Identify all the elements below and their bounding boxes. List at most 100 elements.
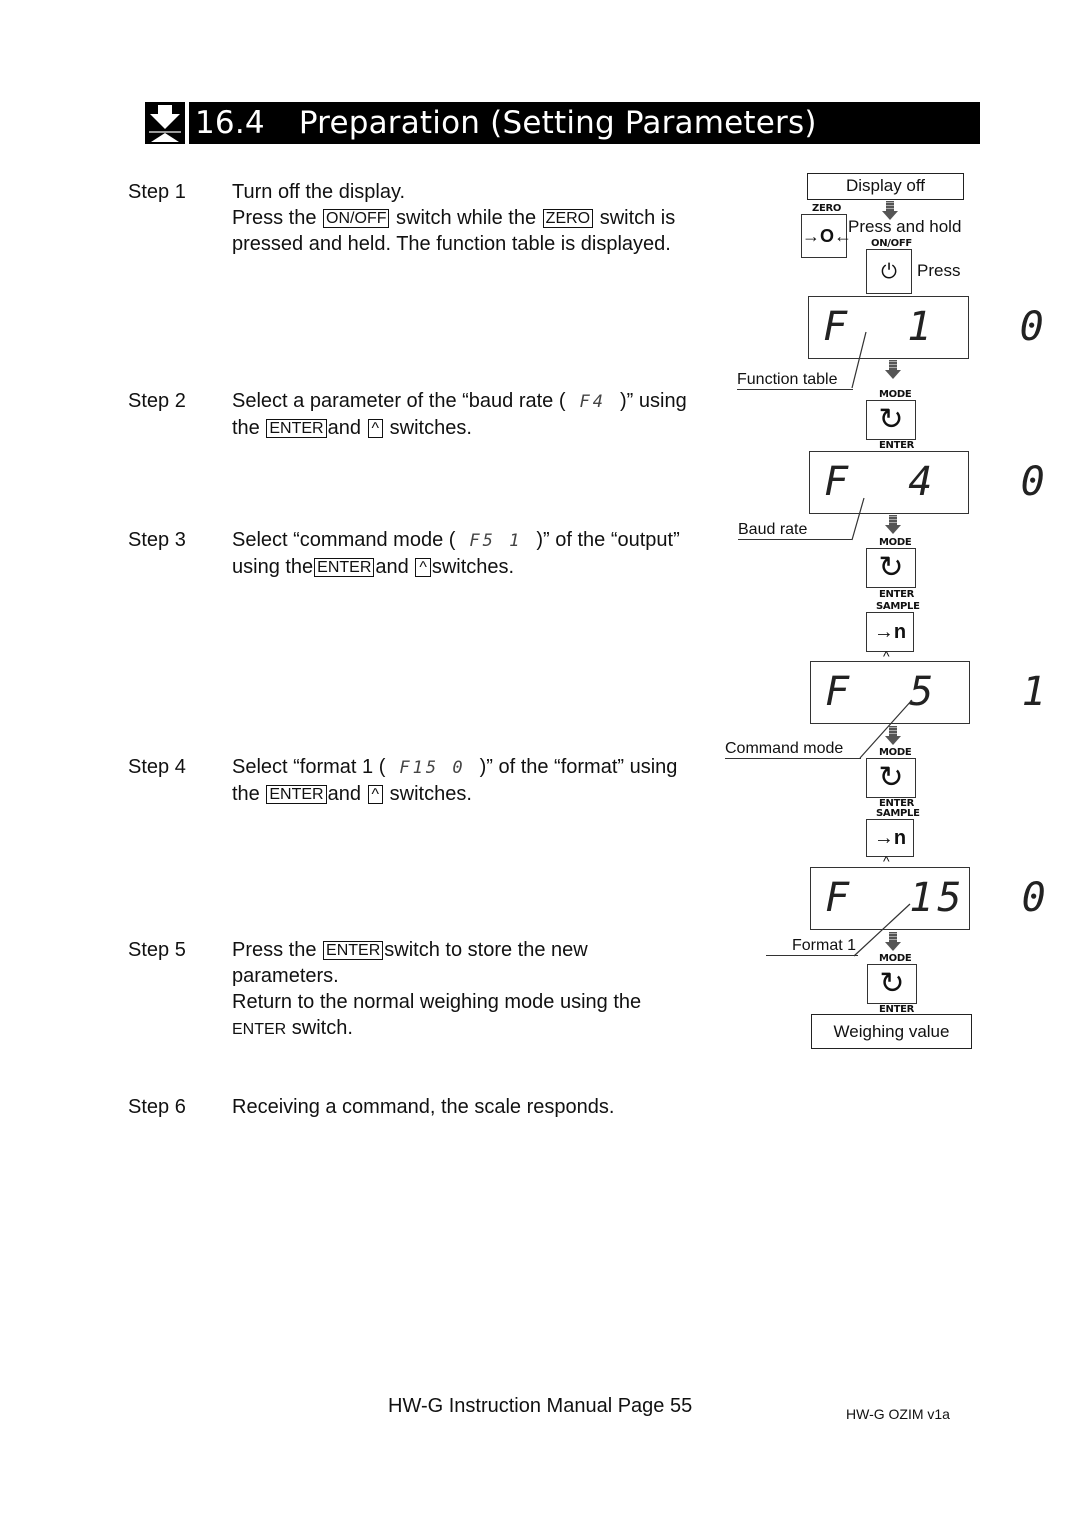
step-4-line-2: the ENTER and ^ switches. [232,781,677,807]
text: )” of the “output” [536,529,680,551]
text: Select “command mode ( [232,529,456,551]
lcd-baud-rate: F 4 0 [809,451,1049,514]
segment-code: F4 [579,392,606,412]
step-4-line-1: Select “format 1 ( F15 0 )” of the “format… [232,754,677,781]
step-4-text: Select “format 1 ( F15 0 )” of the “format… [232,754,677,807]
zero-key: ZERO [542,209,594,228]
section-title-bar: 16.4 Preparation (Setting Parameters) [189,102,980,144]
step-3-line-1: Select “command mode ( F5 1 )” of the “out… [232,527,680,554]
step-1-label: Step 1 [128,181,186,203]
text: switch. [291,1017,353,1039]
zero-key-icon: →O← [801,214,852,258]
step-5-label: Step 5 [128,939,186,961]
text: the [232,783,260,805]
sample-label: SAMPLE [876,808,920,819]
onoff-key: ON/OFF [323,209,390,228]
sample-label: SAMPLE [876,601,920,612]
text: switches. [389,417,472,439]
mode-label: MODE [879,953,912,964]
onoff-key-label: ON/OFF [871,238,912,249]
text: Press the [232,207,317,229]
sample-key-icon: →n [866,612,914,652]
baud-rate-label: Baud rate [738,521,852,540]
pointer-line [853,903,911,957]
text: and [327,417,361,439]
mode-enter-cycle-icon: ↻ [866,758,916,798]
text: switches. [389,783,472,805]
display-off-box: Display off [807,173,964,200]
command-mode-label: Command mode [725,740,861,759]
press-label: Press [917,261,961,280]
text: )” using [620,390,687,412]
text: switches. [431,556,515,578]
power-key-icon: ⏻ [866,249,912,294]
text: switch is [599,207,676,229]
segment-code: F5 1 [469,531,523,551]
down-arrow-icon [885,932,901,951]
step-6-text: Receiving a command, the scale responds. [232,1096,615,1118]
step-6-label: Step 6 [128,1096,186,1118]
text: the [232,417,260,439]
footer-page-label: HW-G Instruction Manual Page 55 [388,1395,693,1417]
function-table-label: Function table [737,371,853,390]
mode-label: MODE [879,389,912,400]
step-2-label: Step 2 [128,390,186,412]
weighing-value-box: Weighing value [811,1014,972,1049]
enter-label: ENTER [879,589,915,600]
enter-key: ENTER [314,558,375,577]
step-3-text: Select “command mode ( F5 1 )” of the “out… [232,527,680,580]
up-key: ^ [367,785,384,804]
text: switch while the [396,207,537,229]
text: and [375,556,409,578]
format-1-label: Format 1 [766,937,858,956]
down-arrow-icon [885,726,901,745]
step-1-line-2: Press the ON/OFF switch while the ZERO s… [232,205,675,231]
enter-label: ENTER [879,440,915,451]
pointer-line [851,497,865,541]
enter-key: ENTER [266,785,327,804]
step-3-line-2: using the ENTER and ^ switches. [232,554,680,580]
sample-key-icon: →n [866,819,914,857]
step-1-text: Turn off the display. Press the ON/OFF s… [232,179,675,257]
text: Press the [232,939,317,961]
text: and [327,783,361,805]
pointer-line [851,331,867,389]
step-1-line-1: Turn off the display. [232,181,406,203]
step-2-line-1: Select a parameter of the “baud rate ( F4… [232,388,687,415]
enter-key: ENTER [266,419,327,438]
step-5-line-1: Press the ENTER switch to store the new [232,937,641,963]
step-3-label: Step 3 [128,529,186,551]
segment-code: F15 0 [399,758,466,778]
step-4-label: Step 4 [128,756,186,778]
text: Select a parameter of the “baud rate ( [232,390,566,412]
section-title: Preparation (Setting Parameters) [298,105,817,141]
mode-enter-cycle-icon: ↻ [867,964,917,1004]
down-arrow-to-line-icon [149,105,181,142]
step-2-text: Select a parameter of the “baud rate ( F4… [232,388,687,441]
step-2-line-2: the ENTER and ^ switches. [232,415,687,441]
lcd-function-table: F 1 0 [808,296,1044,359]
section-icon [145,102,185,144]
step-5-text: Press the ENTER switch to store the new p… [232,937,641,1043]
up-key: ^ [415,558,431,577]
text: using the [232,556,314,578]
enter-key-text: ENTER [232,1021,287,1038]
mode-label: MODE [879,747,912,758]
press-and-hold-label: Press and hold [848,217,962,236]
text: )” of the “format” using [479,756,678,778]
down-arrow-icon [885,360,901,379]
lcd-digits: F 4 0 [824,459,1049,505]
section-number: 16.4 [195,105,265,141]
up-key: ^ [367,419,384,438]
mode-enter-cycle-icon: ↻ [866,548,916,588]
step-1-line-3: pressed and held. The function table is … [232,233,671,255]
mode-label: MODE [879,537,912,548]
text: switch to store the new [384,939,588,961]
step-5-line-3: Return to the normal weighing mode using… [232,991,642,1013]
down-arrow-icon [885,515,901,534]
text: Select “format 1 ( [232,756,386,778]
zero-key-label: ZERO [812,203,842,214]
step-5-line-2: parameters. [232,965,339,987]
enter-key: ENTER [323,941,384,960]
mode-enter-cycle-icon: ↻ [866,400,916,440]
